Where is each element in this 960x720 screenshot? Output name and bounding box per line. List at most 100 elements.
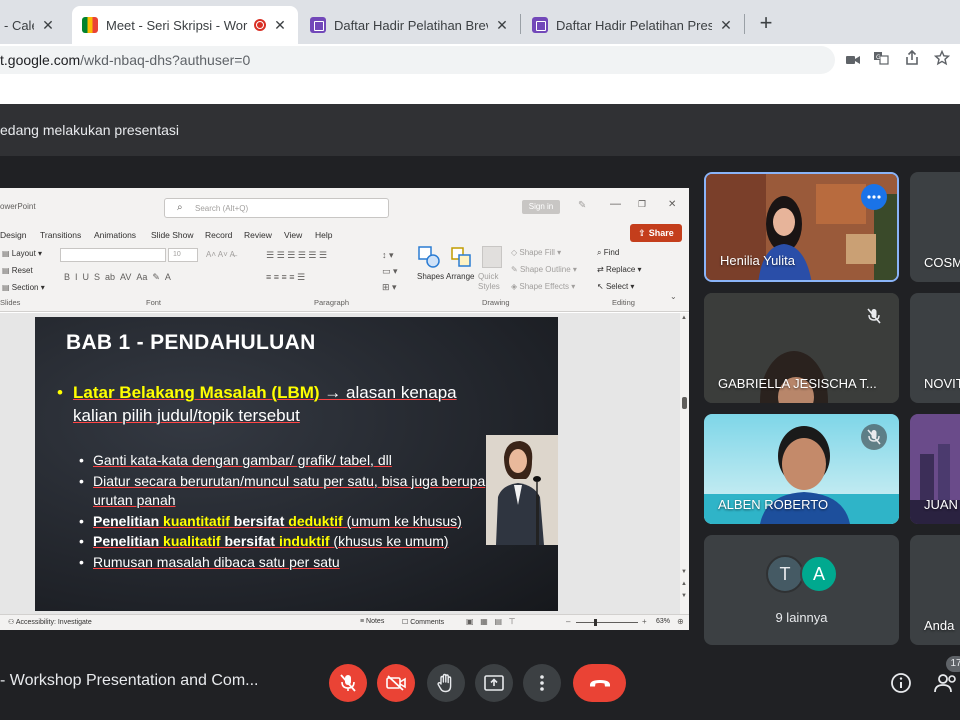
- shapes-icon[interactable]: [418, 246, 440, 268]
- participant-tile-cosm[interactable]: COSM: [910, 172, 960, 282]
- tab-calendar[interactable]: - Calen ✕: [0, 6, 66, 44]
- close-tab-icon[interactable]: ✕: [40, 17, 56, 34]
- font-name-box[interactable]: [60, 248, 166, 262]
- participant-tile-alben[interactable]: ALBEN ROBERTO: [704, 414, 899, 524]
- tab-title: Meet - Seri Skripsi - Works: [106, 17, 248, 33]
- shape-fill-button[interactable]: ◇ Shape Fill ▾: [511, 248, 561, 257]
- ribbon-tab-animations[interactable]: Animations: [94, 230, 136, 240]
- close-tab-icon[interactable]: ✕: [494, 17, 510, 34]
- fit-slide-icon[interactable]: ⊕: [677, 617, 684, 626]
- arrange-label: Arrange: [446, 272, 475, 281]
- star-icon[interactable]: [931, 49, 953, 72]
- close-tab-icon[interactable]: ✕: [272, 17, 288, 34]
- shape-effects-button[interactable]: ◈ Shape Effects ▾: [511, 282, 575, 291]
- slide-bullet: Penelitian kualitatif bersifat induktif …: [79, 532, 499, 552]
- minimize-icon[interactable]: —: [610, 198, 621, 210]
- more-options-button[interactable]: [523, 664, 561, 702]
- restore-icon[interactable]: ❐: [638, 199, 646, 210]
- font-format-icons[interactable]: B I U S ab AV Aa ✎ A: [64, 272, 171, 283]
- present-screen-button[interactable]: [475, 664, 513, 702]
- ribbon-tab-view[interactable]: View: [284, 230, 302, 240]
- shape-outline-button[interactable]: ✎ Shape Outline ▾: [511, 265, 577, 274]
- replace-button[interactable]: ⇄ Replace ▾: [597, 265, 642, 274]
- zoom-in-icon[interactable]: +: [642, 617, 647, 626]
- ribbon-reset[interactable]: ▤ Reset: [2, 266, 33, 275]
- new-tab-button[interactable]: +: [756, 10, 776, 36]
- comments-icon: ☐: [402, 619, 411, 626]
- toggle-mic-button[interactable]: [329, 664, 367, 702]
- meeting-title: - Workshop Presentation and Com...: [0, 672, 259, 689]
- ribbon-tab-help[interactable]: Help: [315, 230, 332, 240]
- prev-slide-icon[interactable]: ▲: [681, 581, 687, 587]
- notes-button[interactable]: ≡ Notes: [360, 618, 384, 625]
- tab-title: - Calen: [4, 17, 34, 33]
- ppt-search-box[interactable]: ⌕ Search (Alt+Q): [164, 198, 389, 218]
- layout-icon: ▤: [2, 249, 12, 258]
- font-grow-icon[interactable]: A˄ A˅ A̶: [206, 250, 235, 259]
- comments-button[interactable]: ☐ Comments: [402, 618, 444, 626]
- zoom-slider-thumb[interactable]: [594, 619, 597, 626]
- raise-hand-button[interactable]: [427, 664, 465, 702]
- smartart-icon[interactable]: ⊞ ▾: [382, 282, 397, 293]
- list-icons[interactable]: ☰ ☰ ☰ ☰ ☰ ☰: [266, 250, 327, 261]
- participant-tile-henilia[interactable]: Henilia Yulita: [704, 172, 899, 282]
- meet-icon: [82, 17, 98, 33]
- tab-forms-brevet[interactable]: Daftar Hadir Pelatihan Brevet A ✕: [300, 6, 520, 44]
- participant-tile-novit[interactable]: NOVIT: [910, 293, 960, 403]
- ribbon-tab-record[interactable]: Record: [205, 230, 232, 240]
- close-icon[interactable]: ✕: [668, 199, 676, 210]
- accessibility-icon: ⚇: [8, 619, 16, 626]
- tab-meet[interactable]: Meet - Seri Skripsi - Works ✕: [72, 6, 298, 44]
- camera-off-icon: [386, 675, 406, 691]
- end-call-button[interactable]: [573, 664, 626, 702]
- participant-tile-juan[interactable]: JUAN: [910, 414, 960, 524]
- participant-tile-self[interactable]: Anda: [910, 535, 960, 645]
- zoom-slider[interactable]: [576, 622, 638, 623]
- ppt-scrollbar[interactable]: ▲ ▼ ▲ ▼: [680, 313, 689, 614]
- ribbon-tab-transitions[interactable]: Transitions: [40, 230, 81, 240]
- tab-forms-presentasi[interactable]: Daftar Hadir Pelatihan Presentas ✕: [522, 6, 744, 44]
- camera-icon[interactable]: [842, 50, 864, 72]
- scroll-thumb[interactable]: [682, 397, 687, 409]
- meeting-details-icon[interactable]: [890, 672, 912, 694]
- next-slide-icon[interactable]: ▼: [681, 593, 687, 599]
- toggle-camera-button[interactable]: [377, 664, 415, 702]
- scroll-up-icon[interactable]: ▲: [681, 315, 687, 321]
- participant-name: Henilia Yulita: [720, 253, 795, 268]
- group-label-editing: Editing: [612, 298, 635, 307]
- ribbon-section[interactable]: ▤ Section ▾: [2, 283, 45, 292]
- slide-bullet-list: Ganti kata-kata dengan gambar/ grafik/ t…: [79, 451, 499, 572]
- ribbon-tab-review[interactable]: Review: [244, 230, 272, 240]
- ppt-sign-in-button[interactable]: Sign in: [522, 200, 560, 214]
- participant-tile-gabriella[interactable]: GABRIELLA JESISCHA T...: [704, 293, 899, 403]
- avatar: T: [766, 555, 804, 593]
- text-direction-icon[interactable]: ↕ ▾: [382, 250, 394, 261]
- share-icon[interactable]: [901, 49, 923, 72]
- zoom-out-icon[interactable]: –: [566, 617, 570, 626]
- translate-icon[interactable]: G: [870, 50, 892, 72]
- close-tab-icon[interactable]: ✕: [718, 17, 734, 34]
- ribbon-tab-slide-show[interactable]: Slide Show: [151, 230, 194, 240]
- font-size-box[interactable]: 10: [168, 248, 198, 262]
- align-text-icon[interactable]: ▭ ▾: [382, 266, 398, 277]
- pen-icon[interactable]: ✎: [578, 200, 586, 211]
- arrange-icon[interactable]: [450, 246, 472, 268]
- accessibility-status[interactable]: ⚇ Accessibility: Investigate: [8, 618, 92, 626]
- collapse-ribbon-icon[interactable]: ⌄: [670, 292, 677, 301]
- address-bar[interactable]: t.google.com/wkd-nbaq-dhs?authuser=0: [0, 46, 835, 74]
- scroll-down-icon[interactable]: ▼: [681, 569, 687, 575]
- zoom-level[interactable]: 63%: [656, 618, 670, 625]
- quick-styles-icon[interactable]: [482, 246, 502, 268]
- url-host: t.google.com: [0, 52, 81, 68]
- view-buttons[interactable]: ▣ ▦ ▤ ⊤: [466, 617, 516, 626]
- ribbon-layout[interactable]: ▤ Layout ▾: [2, 249, 42, 258]
- align-icons[interactable]: ≡ ≡ ≡ ≡ ☰: [266, 272, 305, 283]
- ppt-share-button[interactable]: ⇪ Share: [630, 224, 682, 242]
- participant-tile-others[interactable]: T A 9 lainnya: [704, 535, 899, 645]
- more-options-icon[interactable]: [861, 184, 887, 210]
- find-button[interactable]: ⌕ Find: [597, 248, 619, 258]
- select-button[interactable]: ↖ Select ▾: [597, 282, 634, 291]
- participant-name: NOVIT: [924, 376, 960, 391]
- people-button[interactable]: [934, 672, 960, 694]
- ribbon-tab-design[interactable]: Design: [0, 230, 26, 240]
